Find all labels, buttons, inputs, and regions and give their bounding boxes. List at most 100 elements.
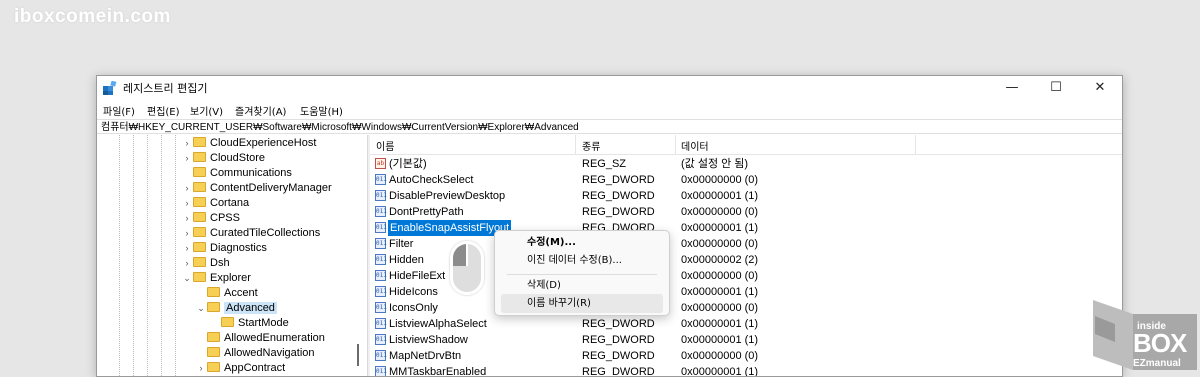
value-data: (값 설정 안 됨) — [681, 158, 749, 170]
menu-view[interactable]: 보기(V) — [190, 103, 223, 118]
table-row[interactable]: 011 ListviewAlphaSelect REG_DWORD 0x0000… — [370, 316, 1122, 332]
close-button[interactable]: ✕ — [1078, 76, 1122, 100]
chevron-right-icon[interactable]: › — [181, 241, 193, 256]
chevron-right-icon[interactable]: › — [181, 136, 193, 151]
tree-item-advanced[interactable]: ⌄ Advanced — [195, 301, 277, 316]
binary-value-icon: 011 — [375, 350, 387, 361]
tree-scrollbar-thumb[interactable] — [357, 344, 359, 366]
folder-icon — [193, 212, 206, 222]
table-row[interactable]: 011 HideIcons REG_DWORD 0x00000001 (1) — [370, 284, 1122, 300]
chevron-right-icon[interactable]: › — [181, 256, 193, 271]
tree-item-label: Diagnostics — [210, 242, 267, 254]
value-name: Filter — [389, 238, 414, 250]
tree-item-contentdeliverymanager[interactable]: › ContentDeliveryManager — [181, 181, 332, 196]
tree-item-label: Communications — [210, 167, 292, 179]
tree-item-allowedenumeration[interactable]: AllowedEnumeration — [195, 331, 325, 346]
menu-edit[interactable]: 편집(E) — [147, 103, 180, 118]
context-menu-modify-binary[interactable]: 이진 데이터 수정(B)... — [495, 251, 669, 270]
tree-item-explorer[interactable]: ⌄ Explorer — [181, 271, 251, 286]
tree-item-accent[interactable]: Accent — [195, 286, 258, 301]
tree-item-cloudexperiencehost[interactable]: › CloudExperienceHost — [181, 136, 316, 151]
value-name: DisablePreviewDesktop — [389, 190, 506, 202]
table-row[interactable]: 011 MMTaskbarEnabled REG_DWORD 0x0000000… — [370, 364, 1122, 376]
folder-icon — [193, 182, 206, 192]
tree-item-label: CuratedTileCollections — [210, 227, 321, 239]
menu-bar: 파일(F) 편집(E) 보기(V) 즐겨찾기(A) 도움말(H) — [97, 101, 1122, 119]
minimize-button[interactable]: — — [990, 76, 1034, 100]
tree-item-label: AllowedEnumeration — [224, 332, 325, 344]
folder-icon — [207, 332, 220, 342]
table-row[interactable]: ab (기본값) REG_SZ (값 설정 안 됨) — [370, 156, 1122, 172]
chevron-right-icon[interactable]: › — [181, 181, 193, 196]
table-row[interactable]: 011 DisablePreviewDesktop REG_DWORD 0x00… — [370, 188, 1122, 204]
tree-item-diagnostics[interactable]: › Diagnostics — [181, 241, 267, 256]
binary-value-icon: 011 — [375, 190, 387, 201]
value-type: REG_DWORD — [582, 190, 655, 202]
tree-item-dsh[interactable]: › Dsh — [181, 256, 230, 271]
value-name: IconsOnly — [389, 302, 438, 314]
folder-open-icon — [207, 302, 220, 312]
context-menu: 수정(M)... 이진 데이터 수정(B)... 삭제(D) 이름 바꾸기(R) — [494, 230, 670, 316]
list-header: 이름 종류 데이터 — [370, 135, 1122, 155]
table-row[interactable]: 011 Filter REG_DWORD 0x00000000 (0) — [370, 236, 1122, 252]
folder-icon — [207, 287, 220, 297]
menu-favorites[interactable]: 즐겨찾기(A) — [235, 103, 286, 118]
chevron-right-icon[interactable]: › — [195, 361, 207, 376]
tree-item-allowednavigation[interactable]: AllowedNavigation — [195, 346, 315, 361]
binary-value-icon: 011 — [375, 238, 387, 249]
tree-item-cortana[interactable]: › Cortana — [181, 196, 249, 211]
column-header-name[interactable]: 이름 — [376, 138, 394, 153]
string-value-icon: ab — [375, 158, 386, 169]
address-bar[interactable]: 컴퓨터₩HKEY_CURRENT_USER₩Software₩Microsoft… — [97, 119, 1122, 134]
chevron-right-icon[interactable]: › — [181, 211, 193, 226]
binary-value-icon: 011 — [375, 206, 387, 217]
maximize-button[interactable]: ☐ — [1034, 76, 1078, 100]
context-menu-rename[interactable]: 이름 바꾸기(R) — [501, 294, 663, 313]
column-divider[interactable] — [915, 135, 916, 154]
chevron-down-icon[interactable]: ⌄ — [195, 301, 207, 316]
folder-icon — [207, 347, 220, 357]
chevron-right-icon[interactable]: › — [181, 151, 193, 166]
tree-item-startmode[interactable]: StartMode — [209, 316, 289, 331]
tree-item-appcontract[interactable]: › AppContract — [195, 361, 285, 376]
registry-editor-window: 레지스트리 편집기 — ☐ ✕ 파일(F) 편집(E) 보기(V) 즐겨찾기(A… — [96, 75, 1123, 377]
menu-separator — [507, 274, 657, 275]
column-header-data[interactable]: 데이터 — [681, 138, 709, 153]
tree-item-communications[interactable]: Communications — [181, 166, 292, 181]
context-menu-modify[interactable]: 수정(M)... — [495, 233, 669, 252]
chevron-right-icon[interactable]: › — [181, 226, 193, 241]
column-divider[interactable] — [675, 135, 676, 154]
folder-icon — [221, 317, 234, 327]
value-data: 0x00000000 (0) — [681, 350, 759, 362]
tree-item-cloudstore[interactable]: › CloudStore — [181, 151, 265, 166]
menu-help[interactable]: 도움말(H) — [300, 103, 343, 118]
tree-item-label: CPSS — [210, 212, 240, 224]
table-row[interactable]: 011 AutoCheckSelect REG_DWORD 0x00000000… — [370, 172, 1122, 188]
menu-file[interactable]: 파일(F) — [103, 103, 135, 118]
table-row[interactable]: 011 IconsOnly REG_DWORD 0x00000000 (0) — [370, 300, 1122, 316]
binary-value-icon: 011 — [375, 270, 387, 281]
folder-icon — [193, 242, 206, 252]
value-type: REG_DWORD — [582, 206, 655, 218]
value-data: 0x00000001 (1) — [681, 334, 759, 346]
binary-value-icon: 011 — [375, 286, 387, 297]
value-type: REG_DWORD — [582, 366, 655, 376]
table-row[interactable]: 011 DontPrettyPath REG_DWORD 0x00000000 … — [370, 204, 1122, 220]
column-header-type[interactable]: 종류 — [582, 138, 600, 153]
chevron-right-icon[interactable]: › — [181, 196, 193, 211]
value-data: 0x00000000 (0) — [681, 302, 759, 314]
folder-icon — [193, 272, 206, 282]
value-data: 0x00000002 (2) — [681, 254, 759, 266]
value-data: 0x00000001 (1) — [681, 318, 759, 330]
value-data: 0x00000001 (1) — [681, 286, 759, 298]
tree-item-curatedtilecollections[interactable]: › CuratedTileCollections — [181, 226, 320, 241]
value-name: EnableSnapAssistFlyout — [388, 220, 512, 236]
context-menu-delete[interactable]: 삭제(D) — [495, 276, 669, 295]
table-row-selected[interactable]: 011 EnableSnapAssistFlyout REG_DWORD 0x0… — [370, 220, 1122, 236]
column-divider[interactable] — [575, 135, 576, 154]
title-bar: 레지스트리 편집기 — ☐ ✕ — [97, 76, 1122, 100]
tree-item-cpss[interactable]: › CPSS — [181, 211, 240, 226]
table-row[interactable]: 011 MapNetDrvBtn REG_DWORD 0x00000000 (0… — [370, 348, 1122, 364]
chevron-down-icon[interactable]: ⌄ — [181, 271, 193, 286]
table-row[interactable]: 011 ListviewShadow REG_DWORD 0x00000001 … — [370, 332, 1122, 348]
